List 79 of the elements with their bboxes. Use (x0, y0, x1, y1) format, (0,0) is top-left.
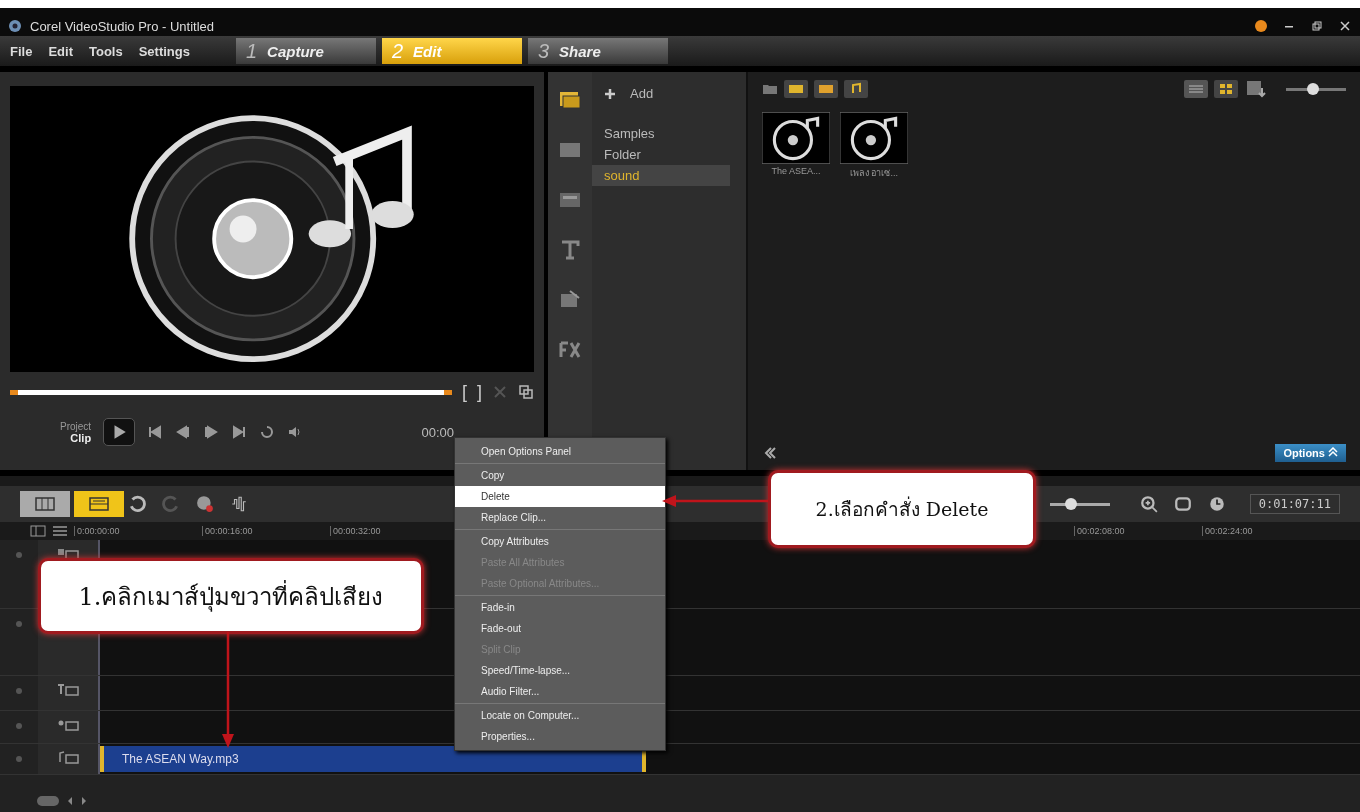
play-button[interactable] (103, 418, 136, 446)
next-frame-icon[interactable] (203, 424, 220, 440)
menu-item[interactable]: Properties... (455, 726, 665, 747)
folder-item[interactable]: Folder (592, 144, 730, 165)
help-icon[interactable] (1254, 19, 1268, 33)
chevron-up-icon (1328, 447, 1338, 457)
app-icon (8, 19, 22, 33)
menu-item[interactable]: File (10, 43, 33, 59)
end-icon[interactable] (231, 424, 248, 440)
zoom-slider[interactable] (1064, 497, 1077, 510)
audio-clip[interactable]: The ASEAN Way.mp3 (100, 746, 646, 772)
timecode-display: 00:00 (421, 424, 454, 440)
step-tab[interactable]: 1 Capture (235, 38, 376, 64)
scrub-bar[interactable] (10, 389, 452, 395)
music-track-icon[interactable] (57, 750, 79, 764)
menu-item[interactable]: Copy Attributes (455, 531, 665, 552)
menu-item[interactable]: Edit (48, 43, 73, 59)
menu-item[interactable]: Speed/Time-lapse... (455, 660, 665, 681)
clock-icon[interactable] (1207, 495, 1226, 513)
zoom-in-icon[interactable] (1139, 495, 1158, 513)
timeline-view-button[interactable] (74, 491, 124, 517)
callout-text: 2.เลือกคำสั่ง Delete (815, 495, 989, 522)
home-icon[interactable] (147, 424, 164, 440)
undo-icon[interactable] (128, 495, 146, 513)
thumbnail-view-icon[interactable] (1214, 80, 1238, 98)
step-tab[interactable]: 3 Share (527, 38, 668, 64)
video-track-icon[interactable] (57, 546, 79, 560)
plus-icon (604, 87, 616, 100)
add-button[interactable]: Add (592, 78, 746, 109)
list-view-icon[interactable] (1184, 80, 1208, 98)
timeline-icon (89, 497, 109, 511)
menu-item[interactable]: Settings (138, 43, 190, 59)
thumbnail-caption: เพลง อาเซ... (850, 167, 898, 180)
video-filter-icon[interactable] (784, 80, 808, 98)
timecode-field[interactable]: 0:01:07:11 (1249, 494, 1340, 514)
folder-item[interactable]: sound (592, 165, 730, 186)
fit-project-icon[interactable] (36, 795, 60, 807)
ruler-label: 00:00:16:00 (202, 526, 330, 536)
menu-item[interactable]: Copy (455, 465, 665, 486)
fit-icon[interactable] (1173, 495, 1192, 513)
list-icon[interactable] (52, 525, 68, 537)
thumbnail-caption: The ASEA... (771, 166, 821, 176)
film-strip-icon (35, 497, 55, 511)
mark-in-button[interactable]: [ (461, 381, 467, 403)
options-button[interactable]: Options (1275, 444, 1346, 462)
mark-out-button[interactable]: ] (477, 381, 482, 403)
ruler-label: 00:02:08:00 (1074, 526, 1202, 536)
scroll-right-icon[interactable] (80, 796, 88, 806)
ruler-label: 0:00:00:00 (74, 526, 202, 536)
menu-item[interactable]: Open Options Panel (455, 441, 665, 462)
callout-text: 1.คลิกเมาส์ปุ่มขวาที่คลิปเสียง (78, 579, 384, 614)
menu-item[interactable]: Locate on Computer... (455, 705, 665, 726)
menu-item[interactable]: Fade-out (455, 618, 665, 639)
menu-item[interactable]: Fade-in (455, 597, 665, 618)
previous-frame-icon[interactable] (175, 424, 192, 440)
import-icon[interactable] (1244, 80, 1268, 98)
photo-filter-icon[interactable] (814, 80, 838, 98)
menu-item[interactable]: Replace Clip... (455, 507, 665, 528)
audio-thumbnail[interactable] (762, 112, 830, 164)
scroll-left-icon[interactable] (66, 796, 74, 806)
audio-wave-icon[interactable] (230, 495, 248, 513)
collapse-icon[interactable] (762, 445, 778, 461)
copy-icon[interactable] (518, 384, 534, 400)
window-title: Corel VideoStudio Pro - Untitled (30, 18, 215, 34)
clip-label[interactable]: Clip (70, 431, 92, 444)
track-manager-icon[interactable] (30, 525, 46, 537)
music-filter-icon[interactable] (844, 80, 868, 98)
repeat-icon[interactable] (259, 424, 276, 440)
audio-thumbnail[interactable] (840, 112, 908, 164)
folder-item[interactable]: Samples (592, 123, 730, 144)
project-label[interactable]: Project (60, 420, 92, 432)
storyboard-view-button[interactable] (20, 491, 70, 517)
ruler-label: 00:02:24:00 (1202, 526, 1330, 536)
menu-item[interactable]: Delete (455, 486, 665, 507)
menu-item[interactable]: Tools (88, 43, 123, 59)
title-track-icon[interactable] (57, 682, 79, 696)
close-icon[interactable] (1338, 19, 1352, 33)
thumbnail-size-slider[interactable] (1307, 82, 1319, 95)
menu-item[interactable]: Audio Filter... (455, 681, 665, 702)
